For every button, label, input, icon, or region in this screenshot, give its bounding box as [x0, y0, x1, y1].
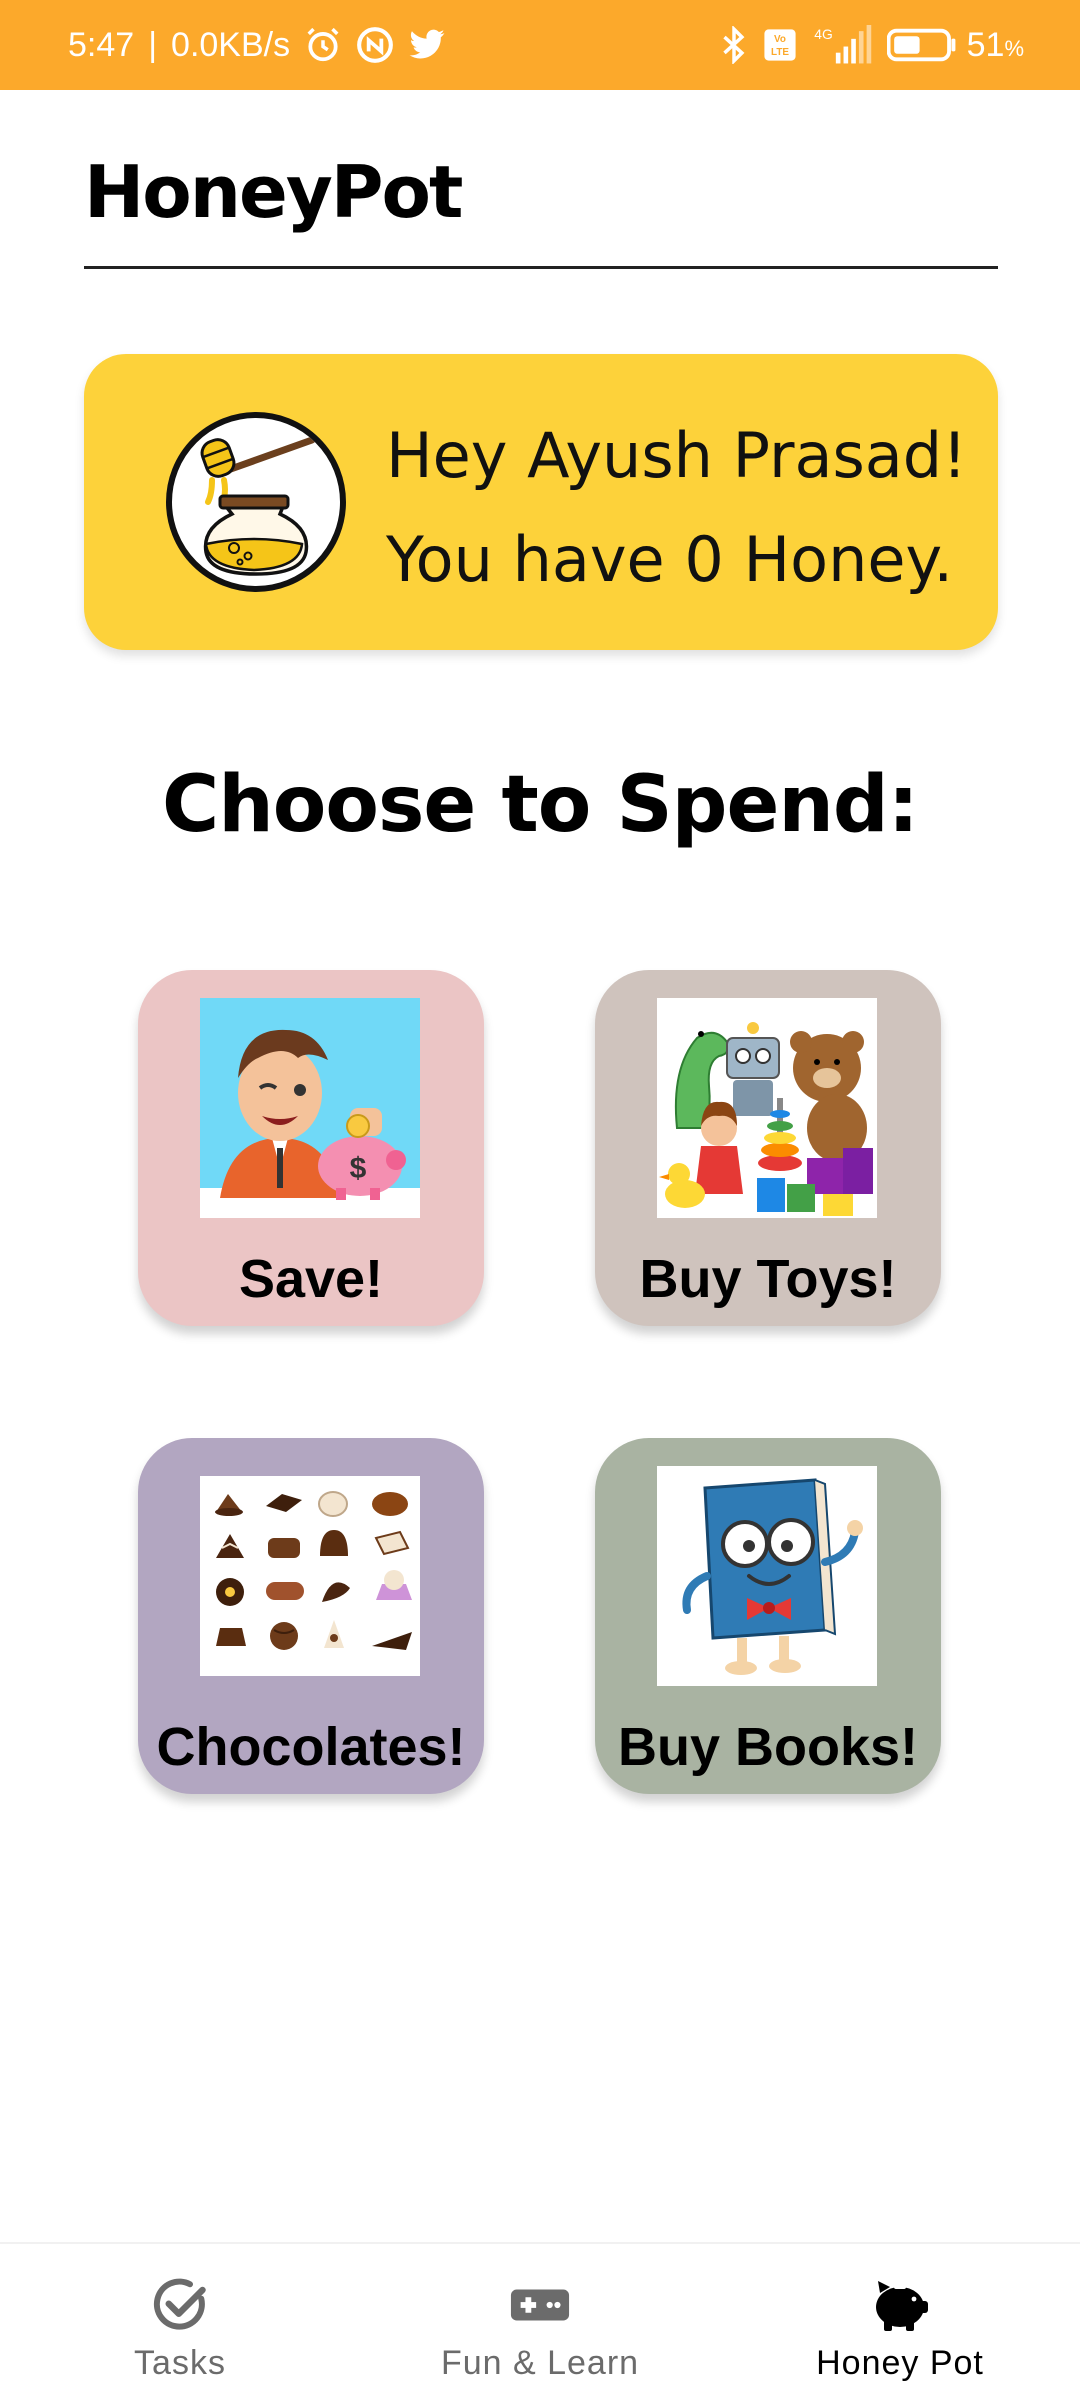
- greeting-text: Hey Ayush Prasad! You have 0 Honey.: [386, 404, 986, 612]
- nav-tasks-label: Tasks: [134, 2344, 226, 2382]
- status-right: Vo LTE 4G 51%: [719, 25, 1024, 65]
- signal-icon: 4G: [811, 25, 873, 65]
- honey-pot-icon: [166, 412, 346, 592]
- status-separator: |: [148, 25, 158, 64]
- battery-percent: 51: [966, 25, 1005, 64]
- network-speed: 0.0KB/s: [171, 25, 291, 64]
- battery-icon: [886, 28, 956, 62]
- boy-saving-piggy-bank-image: $: [200, 998, 420, 1218]
- save-option-label: Save!: [238, 1249, 384, 1309]
- nav-fun-learn[interactable]: Fun & Learn: [360, 2244, 720, 2400]
- nav-honey-pot[interactable]: Honey Pot: [720, 2244, 1080, 2400]
- assorted-chocolates-image: [200, 1476, 420, 1676]
- buy-books-option-card[interactable]: Buy Books!: [595, 1438, 941, 1794]
- section-title: Choose to Spend:: [162, 760, 919, 850]
- header-divider: [84, 266, 998, 269]
- gamepad-icon: [509, 2274, 571, 2336]
- bottom-navigation: Tasks Fun & Learn Honey Pot: [0, 2242, 1080, 2400]
- battery-unit: %: [1004, 35, 1024, 61]
- save-option-card[interactable]: $ Save!: [138, 970, 484, 1326]
- toy-pile-image: [657, 998, 877, 1218]
- greeting-line-name: Hey Ayush Prasad!: [386, 419, 967, 492]
- check-circle-icon: [149, 2274, 211, 2336]
- buy-toys-option-label: Buy Toys!: [639, 1249, 897, 1309]
- twitter-icon: [408, 28, 446, 62]
- nav-honey-pot-label: Honey Pot: [816, 2344, 984, 2382]
- buy-books-option-label: Buy Books!: [617, 1717, 919, 1777]
- battery-indicator: 51%: [886, 25, 1024, 65]
- piggy-bank-icon: [869, 2274, 931, 2336]
- app-title: HoneyPot: [84, 150, 463, 234]
- greeting-card: Hey Ayush Prasad! You have 0 Honey.: [84, 354, 998, 650]
- nav-tasks[interactable]: Tasks: [0, 2244, 360, 2400]
- cartoon-book-character-image: [657, 1466, 877, 1686]
- bluetooth-icon: [719, 26, 749, 64]
- volte-icon: Vo LTE: [763, 28, 797, 62]
- greeting-line-balance: You have 0 Honey.: [386, 523, 954, 596]
- nav-fun-learn-label: Fun & Learn: [440, 2344, 640, 2382]
- status-bar: 5:47 | 0.0KB/s Vo LTE 4G 51%: [0, 0, 1080, 90]
- network-type: 4G: [814, 26, 832, 42]
- svg-text:Vo: Vo: [774, 34, 786, 45]
- alarm-icon: [304, 26, 342, 64]
- status-time: 5:47: [68, 25, 135, 64]
- app-notification-icon: [356, 26, 394, 64]
- status-left: 5:47 | 0.0KB/s: [68, 26, 446, 65]
- svg-text:LTE: LTE: [771, 47, 789, 58]
- buy-toys-option-card[interactable]: Buy Toys!: [595, 970, 941, 1326]
- chocolates-option-card[interactable]: Chocolates!: [138, 1438, 484, 1794]
- svg-text:$: $: [350, 1152, 367, 1185]
- chocolates-option-label: Chocolates!: [156, 1717, 466, 1777]
